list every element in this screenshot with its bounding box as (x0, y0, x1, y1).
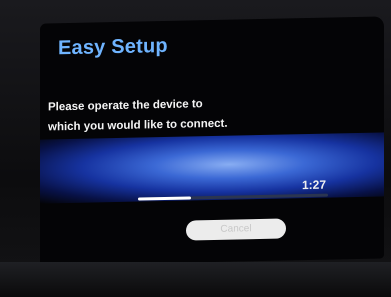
display-screen: Easy Setup Please operate the device to … (40, 16, 384, 266)
countdown-timer: 1:27 (302, 177, 327, 193)
instruction-text: Please operate the device to which you w… (48, 93, 278, 138)
instruction-line-2: which you would like to connect. (48, 117, 228, 134)
bezel-reflection (0, 262, 391, 297)
cancel-button[interactable]: Cancel (186, 218, 286, 241)
page-title: Easy Setup (58, 34, 168, 60)
progress-band-glow (40, 132, 384, 204)
